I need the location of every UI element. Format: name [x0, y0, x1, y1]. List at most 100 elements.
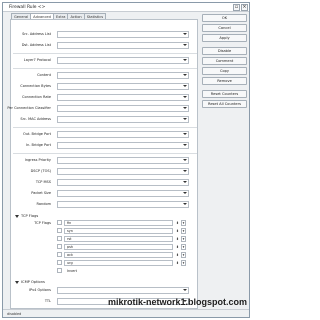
- flag-checkbox[interactable]: [57, 228, 62, 233]
- dst-address-list-field[interactable]: [57, 42, 189, 49]
- reset-counters-button[interactable]: Reset Counters: [202, 90, 247, 98]
- chevron-down-icon[interactable]: [183, 118, 187, 121]
- field-label: Out. Bridge Port: [22, 132, 51, 136]
- src-mac-address-field[interactable]: [57, 116, 189, 123]
- chevron-down-icon[interactable]: [183, 192, 187, 195]
- advanced-panel: Src. Address List Dst. Address List Laye…: [7, 19, 198, 309]
- chevron-down-icon[interactable]: [183, 107, 187, 110]
- per-connection-classifier-field[interactable]: [57, 105, 189, 112]
- updown-icon[interactable]: ⬍: [175, 252, 180, 258]
- tcp-flag-row: fin ⬍ ▾: [57, 220, 189, 226]
- field-label: Random: [36, 202, 52, 206]
- chevron-down-icon[interactable]: [183, 203, 187, 206]
- tcp-flags-section-header[interactable]: TCP Flags: [15, 213, 38, 219]
- minimize-icon[interactable]: ▫: [233, 4, 240, 11]
- chevron-down-icon[interactable]: [183, 33, 187, 36]
- tcp-flags-label: TCP Flags: [34, 221, 51, 225]
- dscp-row: DSCP (TOS): [11, 168, 197, 175]
- remove-flag-icon[interactable]: ▾: [181, 244, 186, 250]
- remove-button[interactable]: Remove: [202, 77, 247, 85]
- field-label: Per Connection Classifier: [7, 106, 51, 110]
- tcp-flag-ack[interactable]: ack: [64, 252, 173, 258]
- disable-button[interactable]: Disable: [202, 47, 247, 55]
- flag-checkbox[interactable]: [57, 220, 62, 225]
- chevron-down-icon[interactable]: [183, 96, 187, 99]
- status-text: disabled: [7, 312, 22, 316]
- dst-address-list-row: Dst. Address List: [11, 42, 197, 49]
- chevron-down-icon[interactable]: [183, 170, 187, 173]
- chevron-down-icon[interactable]: [183, 59, 187, 62]
- connection-bytes-field[interactable]: [57, 83, 189, 90]
- chevron-down-icon[interactable]: [183, 44, 187, 47]
- flag-checkbox[interactable]: [57, 260, 62, 265]
- field-label: Ingress Priority: [24, 158, 51, 162]
- flag-checkbox[interactable]: [57, 236, 62, 241]
- apply-button[interactable]: Apply: [202, 34, 247, 42]
- src-address-list-field[interactable]: [57, 31, 189, 38]
- remove-flag-icon[interactable]: ▾: [181, 228, 186, 234]
- packet-size-field[interactable]: [57, 190, 189, 197]
- ipv4-options-field[interactable]: [57, 287, 189, 294]
- comment-button[interactable]: Comment: [202, 57, 247, 65]
- updown-icon[interactable]: ⬍: [175, 228, 180, 234]
- tcp-flag-row: rst ⬍ ▾: [57, 236, 189, 242]
- status-bar: disabled: [3, 309, 249, 317]
- reset-all-counters-button[interactable]: Reset All Counters: [202, 100, 247, 108]
- tcp-flag-row: syn ⬍ ▾: [57, 228, 189, 234]
- flag-checkbox[interactable]: [57, 244, 62, 249]
- content-field[interactable]: [57, 72, 189, 79]
- field-label: TCP MSS: [35, 180, 51, 184]
- copy-button[interactable]: Copy: [202, 67, 247, 75]
- chevron-down-icon[interactable]: [183, 144, 187, 147]
- dscp-field[interactable]: [57, 168, 189, 175]
- layer7-protocol-field[interactable]: [57, 57, 189, 64]
- src-address-list-row: Src. Address List: [11, 31, 197, 38]
- random-row: Random: [11, 201, 197, 208]
- field-label: Content: [37, 73, 51, 77]
- connection-rate-row: Connection Rate: [11, 94, 197, 101]
- tcp-flag-rst[interactable]: rst: [64, 236, 173, 242]
- in-bridge-port-field[interactable]: [57, 142, 189, 149]
- invert-checkbox[interactable]: [57, 268, 62, 273]
- ipv4-options-row: IPv4 Options: [11, 287, 197, 294]
- tcp-flag-urg[interactable]: urg: [64, 260, 173, 266]
- updown-icon[interactable]: ⬍: [175, 244, 180, 250]
- close-icon[interactable]: ×: [241, 4, 248, 11]
- field-label: Connection Bytes: [20, 84, 51, 88]
- collapse-icon[interactable]: [15, 214, 19, 218]
- field-label: In. Bridge Port: [26, 143, 51, 147]
- tcp-flag-psh[interactable]: psh: [64, 244, 173, 250]
- updown-icon[interactable]: ⬍: [175, 220, 180, 226]
- chevron-down-icon[interactable]: [183, 181, 187, 184]
- field-label: Src. Address List: [22, 32, 51, 36]
- chevron-down-icon[interactable]: [183, 133, 187, 136]
- out-bridge-port-field[interactable]: [57, 131, 189, 138]
- collapse-icon[interactable]: [15, 280, 19, 284]
- tcp-flag-syn[interactable]: syn: [64, 228, 173, 234]
- ingress-priority-field[interactable]: [57, 157, 189, 164]
- remove-flag-icon[interactable]: ▾: [181, 220, 186, 226]
- field-label: Connection Rate: [22, 95, 51, 99]
- random-field[interactable]: [57, 201, 189, 208]
- chevron-down-icon[interactable]: [183, 289, 187, 292]
- flag-checkbox[interactable]: [57, 252, 62, 257]
- icmp-options-section-header[interactable]: ICMP Options: [15, 279, 45, 285]
- src-mac-address-row: Src. MAC Address: [11, 116, 197, 123]
- packet-size-row: Packet Size: [11, 190, 197, 197]
- remove-flag-icon[interactable]: ▾: [181, 260, 186, 266]
- chevron-down-icon[interactable]: [183, 74, 187, 77]
- ok-button[interactable]: OK: [202, 14, 247, 22]
- chevron-down-icon[interactable]: [183, 159, 187, 162]
- tcp-flag-fin[interactable]: fin: [64, 220, 173, 226]
- remove-flag-icon[interactable]: ▾: [181, 236, 186, 242]
- updown-icon[interactable]: ⬍: [175, 236, 180, 242]
- tcp-mss-field[interactable]: [57, 179, 189, 186]
- connection-bytes-row: Connection Bytes: [11, 83, 197, 90]
- cancel-button[interactable]: Cancel: [202, 24, 247, 32]
- chevron-down-icon[interactable]: [183, 85, 187, 88]
- remove-flag-icon[interactable]: ▾: [181, 252, 186, 258]
- connection-rate-field[interactable]: [57, 94, 189, 101]
- in-bridge-port-row: In. Bridge Port: [11, 142, 197, 149]
- updown-icon[interactable]: ⬍: [175, 260, 180, 266]
- field-label: Src. MAC Address: [20, 117, 51, 121]
